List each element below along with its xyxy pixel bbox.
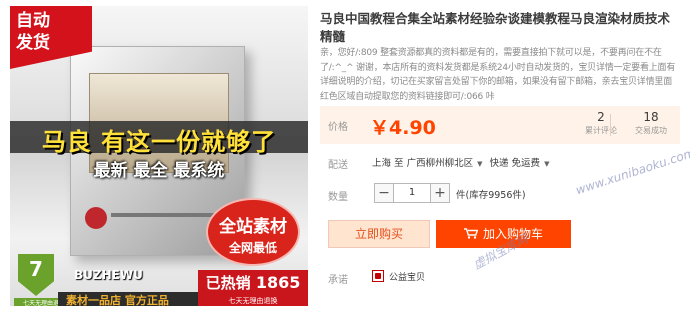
- delivery-info: 上海 至 广西柳州柳北区 ▼ 快递 免运费 ▼: [372, 155, 553, 169]
- delivery-origin: 上海: [372, 158, 392, 169]
- return-policy-strip: 七天无理由退换: [198, 296, 308, 306]
- stock-info: 件(库存9956件): [456, 190, 526, 201]
- brand-name: BUZHEWU: [74, 268, 143, 282]
- brand-logo-icon: [85, 207, 107, 229]
- ribbon-line-1: 自动: [16, 11, 50, 31]
- product-main-image[interactable]: 自动 发货 马良 有这一份就够了 最新 最全 最系统 全站素材 全网最低 7 七…: [10, 6, 308, 306]
- promo-line-1: 全站素材: [219, 217, 287, 237]
- delivery-to: 至: [394, 158, 404, 169]
- review-count-label: 累计评论: [585, 126, 617, 135]
- stat-divider: [610, 114, 611, 136]
- promo-line-2: 全网最低: [228, 241, 277, 255]
- price-label: 价格: [328, 122, 348, 133]
- sales-count: 18: [643, 110, 659, 124]
- product-description: 亲，您好/:809 整套资源都真的资料都是有的，需要直接拍下就可以是，不要再问在…: [320, 48, 676, 102]
- quantity-label: 数量: [328, 192, 348, 203]
- quantity-input[interactable]: 1: [394, 183, 430, 203]
- cart-icon: [463, 228, 478, 239]
- product-title: 马良中国教程合集全站素材经验杂谈建模教程马良渲染材质技术精髓: [320, 11, 671, 44]
- quantity-increase-button[interactable]: +: [430, 183, 450, 203]
- store-slogan: 素材一品店 官方正品: [66, 294, 169, 306]
- box-text-line: [111, 213, 221, 217]
- chevron-down-icon[interactable]: ▼: [544, 160, 549, 168]
- image-subline: 最新 最全 最系统: [93, 161, 225, 181]
- sold-count-badge: 已热销 1865件: [198, 270, 308, 306]
- shipping-method-select[interactable]: 快递 免运费: [490, 158, 541, 169]
- delivery-destination-select[interactable]: 广西柳州柳北区: [407, 158, 474, 169]
- promise-label: 承诺: [328, 275, 348, 286]
- promo-badge: 全站素材 全网最低: [206, 198, 300, 266]
- watermark-url: www.xunibaoku.com: [574, 145, 690, 198]
- quantity-decrease-button[interactable]: −: [374, 183, 394, 203]
- sales-count-label: 交易成功: [635, 126, 667, 135]
- charity-item-link[interactable]: 公益宝贝: [389, 270, 425, 283]
- review-count-stat[interactable]: 2 累计评论: [576, 110, 626, 136]
- delivery-label: 配送: [328, 160, 348, 171]
- review-count: 2: [597, 110, 605, 124]
- chevron-down-icon[interactable]: ▼: [477, 160, 482, 168]
- price-panel: 价格 ￥4.90 2 累计评论 18 交易成功: [320, 106, 680, 144]
- sales-count-stat[interactable]: 18 交易成功: [626, 110, 676, 136]
- sold-prefix: 已热销: [205, 274, 251, 292]
- price-value: ￥4.90: [370, 117, 436, 139]
- buy-now-button[interactable]: 立即购买: [328, 220, 430, 248]
- charity-heart-icon: [372, 270, 384, 282]
- ribbon-line-2: 发货: [16, 33, 50, 53]
- image-headline: 马良 有这一份就够了: [41, 128, 277, 156]
